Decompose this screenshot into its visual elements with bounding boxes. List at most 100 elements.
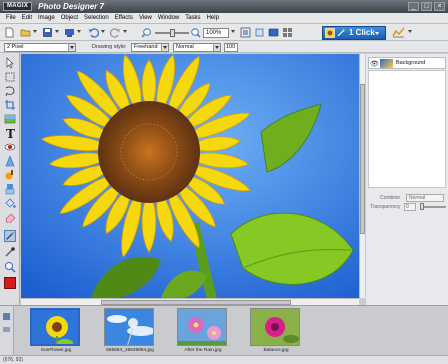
magix-logo: MAGIX bbox=[3, 2, 33, 11]
brush-size-value: 2 Pixel bbox=[7, 44, 24, 50]
redo-icon[interactable] bbox=[110, 27, 121, 38]
opacity-input[interactable]: 100 bbox=[224, 43, 238, 52]
view-options-icon[interactable] bbox=[282, 27, 293, 38]
close-button[interactable]: × bbox=[434, 2, 445, 11]
burn-tool-icon[interactable] bbox=[4, 169, 16, 181]
tool-options-bar: 2 Pixel Drawing style: Freehand Normal 1… bbox=[0, 41, 448, 53]
menu-edit[interactable]: Edit bbox=[19, 15, 35, 21]
menu-window[interactable]: Window bbox=[155, 15, 182, 21]
menu-image[interactable]: Image bbox=[35, 15, 58, 21]
redo-dropdown-arrow[interactable] bbox=[123, 30, 127, 33]
open-dropdown-arrow[interactable] bbox=[33, 30, 37, 33]
flowers-thumbnail-image bbox=[178, 309, 226, 345]
combine-label: Combine bbox=[380, 195, 401, 201]
clone-tool-icon[interactable] bbox=[4, 183, 16, 195]
maximize-button[interactable]: □ bbox=[421, 2, 432, 11]
pin-icon[interactable] bbox=[2, 312, 11, 321]
blend-mode-select[interactable]: Normal bbox=[173, 43, 221, 52]
thumbnail-after-the-rain[interactable]: After the Rain.jpg bbox=[173, 306, 233, 354]
brush-tool-icon[interactable] bbox=[4, 230, 16, 242]
canvas-vertical-scrollbar[interactable] bbox=[359, 54, 365, 298]
menu-object[interactable]: Object bbox=[58, 15, 81, 21]
layer-thumbnail bbox=[380, 59, 393, 68]
fill-tool-icon[interactable] bbox=[4, 197, 16, 209]
layer-row-background[interactable]: 👁 Background bbox=[368, 57, 446, 69]
zoom-slider-thumb[interactable] bbox=[170, 29, 175, 37]
sunflower-thumbnail-image bbox=[32, 310, 78, 344]
menu-view[interactable]: View bbox=[136, 15, 155, 21]
menu-file[interactable]: File bbox=[3, 15, 19, 21]
pointer-tool-icon[interactable] bbox=[4, 57, 16, 69]
foreground-color-swatch[interactable] bbox=[4, 277, 16, 289]
thumbnail-frame bbox=[104, 308, 154, 346]
text-tool-icon[interactable]: T bbox=[4, 127, 16, 139]
undo-dropdown-arrow[interactable] bbox=[101, 30, 105, 33]
one-click-dropdown-arrow[interactable] bbox=[375, 32, 379, 35]
open-folder-icon[interactable] bbox=[20, 27, 31, 38]
eraser-tool-icon[interactable] bbox=[4, 211, 16, 223]
red-eye-tool-icon[interactable] bbox=[4, 141, 16, 153]
marquee-tool-icon[interactable] bbox=[4, 71, 16, 83]
minimize-button[interactable]: _ bbox=[408, 2, 419, 11]
lasso-tool-icon[interactable] bbox=[4, 85, 16, 97]
window-controls: _ □ × bbox=[408, 2, 445, 11]
zoom-level-select[interactable]: 100% bbox=[203, 28, 229, 38]
menu-selection[interactable]: Selection bbox=[81, 15, 112, 21]
new-file-icon[interactable] bbox=[4, 27, 15, 38]
zoom-in-icon[interactable] bbox=[190, 27, 201, 38]
status-bar: (676, 92) bbox=[0, 355, 448, 364]
chart-tool-icon[interactable] bbox=[392, 27, 405, 38]
actual-size-icon[interactable] bbox=[254, 27, 265, 38]
image-canvas[interactable] bbox=[21, 54, 359, 298]
drawing-style-select[interactable]: Freehand bbox=[131, 43, 169, 52]
thumbnail-balance[interactable]: Balance.jpg bbox=[246, 306, 306, 354]
transparency-slider-thumb[interactable] bbox=[420, 203, 424, 210]
thumbnail-label: Balance.jpg bbox=[263, 348, 289, 353]
layer-list bbox=[368, 70, 446, 188]
full-screen-icon[interactable] bbox=[268, 27, 279, 38]
save-dropdown-arrow[interactable] bbox=[55, 30, 59, 33]
thumbnail-frame bbox=[177, 308, 227, 346]
thumbnail-586694[interactable]: 586694_19539864.jpg bbox=[100, 306, 160, 354]
filmstrip-sidebar bbox=[0, 306, 14, 356]
image-tool-icon[interactable] bbox=[4, 113, 16, 125]
brush-size-dropdown-icon[interactable] bbox=[68, 44, 75, 51]
thumbnail-frame bbox=[250, 308, 300, 346]
thumbnail-sunflower[interactable]: SunFlower.jpg bbox=[26, 306, 86, 354]
thumbnail-frame bbox=[30, 308, 80, 346]
drawing-style-value: Freehand bbox=[134, 44, 158, 50]
export-dropdown-arrow[interactable] bbox=[77, 30, 81, 33]
toolbox: T bbox=[0, 53, 20, 305]
canvas-horizontal-scrollbar[interactable] bbox=[21, 298, 359, 305]
visibility-eye-icon[interactable]: 👁 bbox=[370, 60, 379, 68]
zoom-tool-icon[interactable] bbox=[4, 261, 16, 273]
sharpen-tool-icon[interactable] bbox=[4, 155, 16, 167]
layer-name: Background bbox=[396, 60, 426, 66]
svg-text:T: T bbox=[6, 127, 15, 139]
menu-effects[interactable]: Effects bbox=[112, 15, 136, 21]
export-icon[interactable] bbox=[64, 27, 75, 38]
chart-dropdown-arrow[interactable] bbox=[408, 30, 412, 33]
zoom-out-icon[interactable] bbox=[141, 27, 152, 38]
menu-tasks[interactable]: Tasks bbox=[182, 15, 203, 21]
dandelion-thumbnail-image bbox=[105, 309, 153, 345]
undo-icon[interactable] bbox=[88, 27, 99, 38]
zoom-dropdown-arrow[interactable] bbox=[231, 30, 235, 33]
fit-view-icon[interactable] bbox=[240, 27, 251, 38]
blend-mode-value: Normal bbox=[176, 44, 194, 50]
brush-size-select[interactable]: 2 Pixel bbox=[4, 43, 76, 52]
crop-tool-icon[interactable] bbox=[4, 99, 16, 111]
main-toolbar: 100% 1 Click bbox=[0, 24, 448, 41]
combine-mode-select[interactable]: Normal bbox=[406, 194, 444, 202]
browse-icon[interactable] bbox=[2, 325, 11, 334]
transparency-label: Transparency bbox=[370, 204, 401, 210]
transparency-input[interactable]: 0 bbox=[404, 203, 416, 211]
blend-mode-dropdown-icon[interactable] bbox=[213, 44, 220, 51]
vertical-scroll-thumb[interactable] bbox=[360, 84, 365, 234]
menu-help[interactable]: Help bbox=[204, 15, 222, 21]
save-icon[interactable] bbox=[42, 27, 53, 38]
thumbnail-label: SunFlower.jpg bbox=[40, 348, 72, 353]
media-pool-filmstrip: SunFlower.jpg 586694_19539864.jpg After … bbox=[0, 305, 448, 356]
eyedropper-tool-icon[interactable] bbox=[4, 246, 16, 258]
drawing-style-dropdown-icon[interactable] bbox=[161, 44, 168, 51]
